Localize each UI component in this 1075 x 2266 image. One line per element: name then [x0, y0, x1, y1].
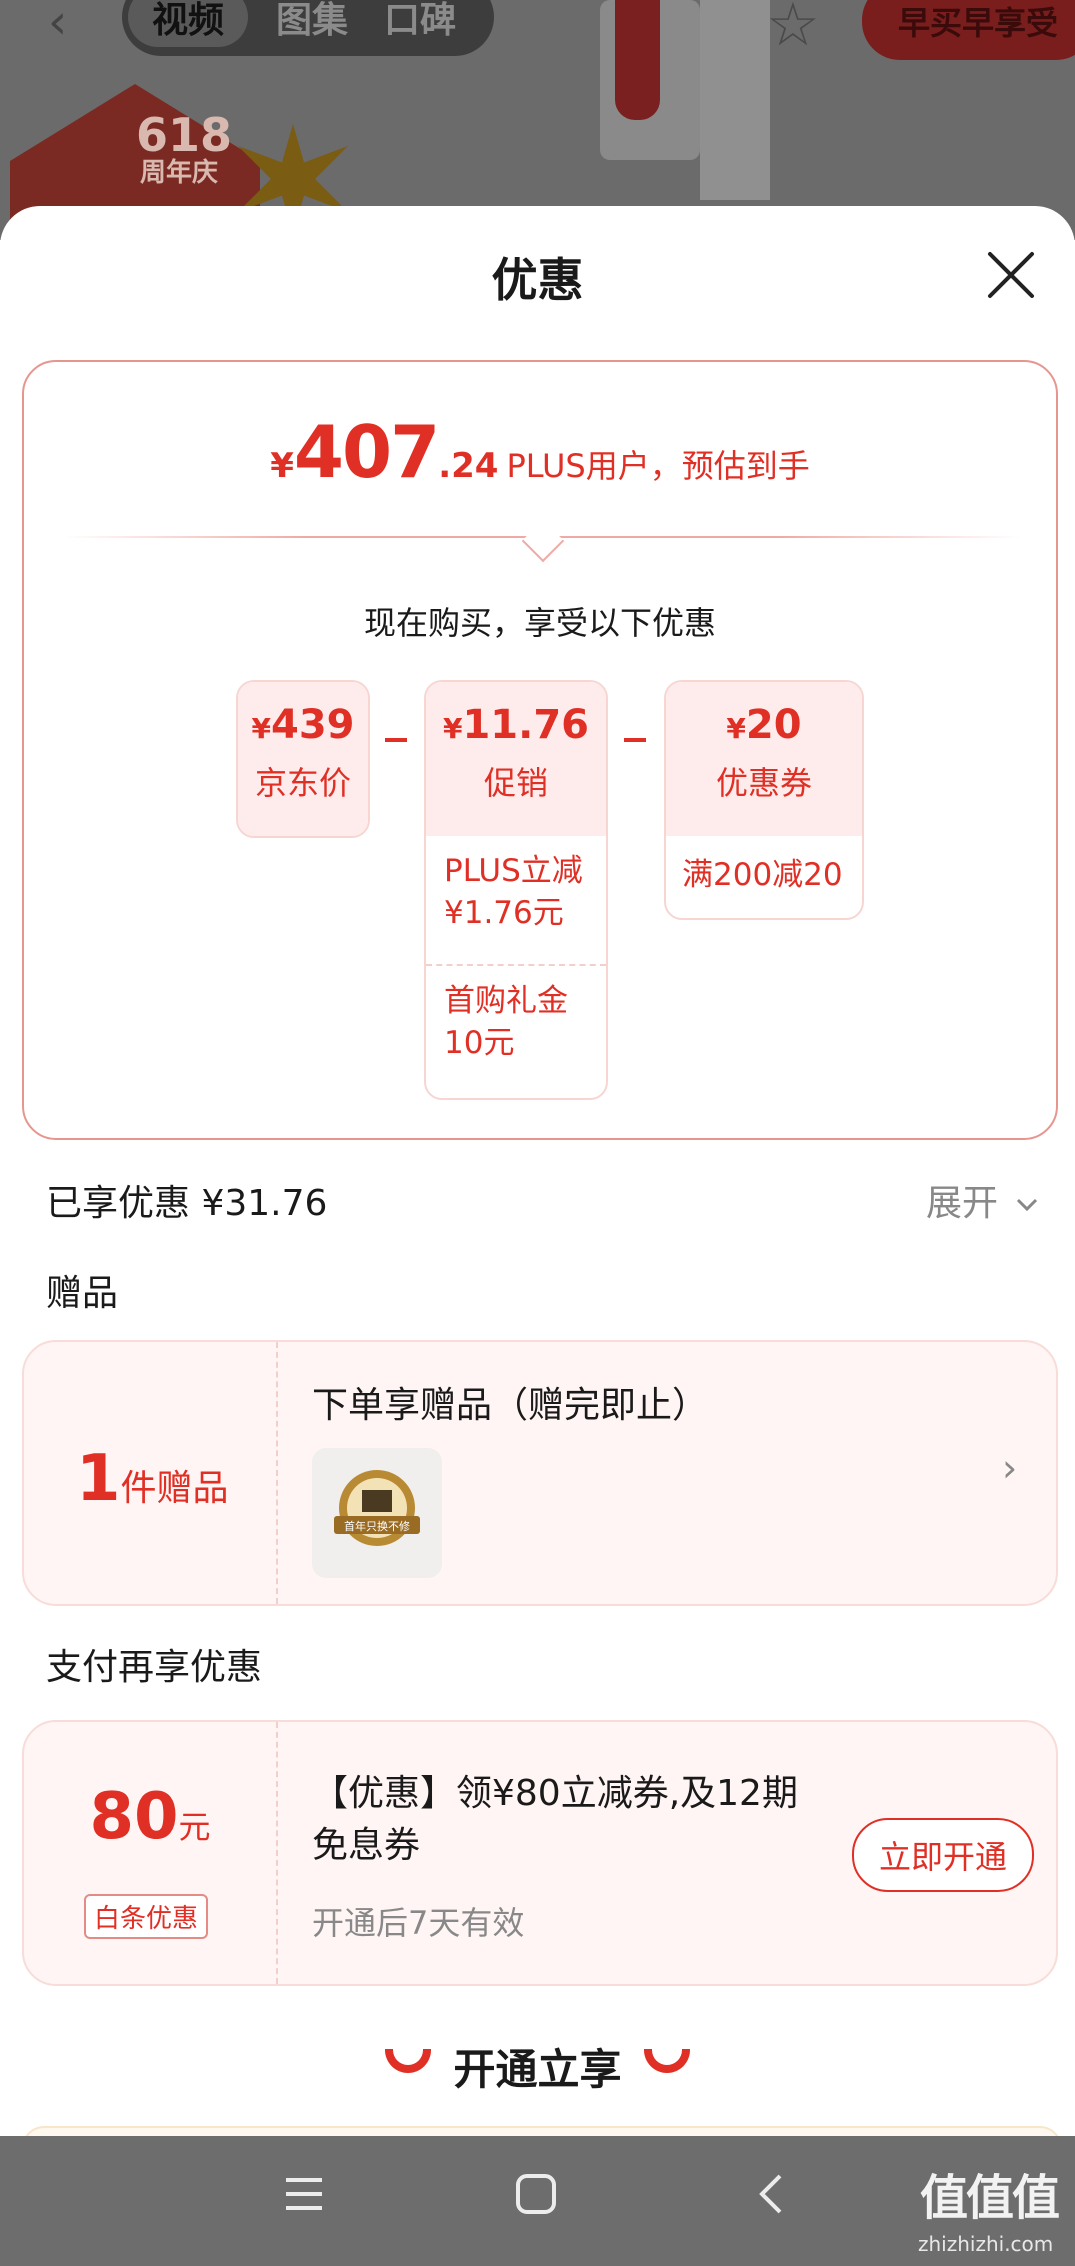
open-now-banner[interactable]: 开通立享	[0, 2036, 1075, 2097]
home-square-icon[interactable]	[514, 2172, 558, 2216]
breakdown-subtitle: 现在购买，享受以下优惠	[363, 604, 716, 642]
promo-detail: 首购礼金 10元	[426, 964, 606, 1078]
next-card-peek	[22, 2126, 1062, 2136]
tab-gallery[interactable]: 图集	[276, 0, 348, 43]
saved-total: 已享优惠 ¥31.76	[46, 1183, 328, 1224]
gift-thumbnail: 首年只换不修	[312, 1448, 442, 1578]
smile-icon	[643, 2048, 690, 2073]
coupon-chip: ¥20 优惠券 满200减20	[664, 680, 864, 920]
anniversary-badge-text: 618 周年庆	[136, 108, 233, 188]
watermark-url: zhizhizhi.com	[918, 2232, 1054, 2256]
watermark-logo: 值值值	[920, 2170, 1060, 2226]
activate-button[interactable]: 立即开通	[852, 1818, 1034, 1892]
price-label: PLUS用户，预估到手	[506, 447, 810, 485]
payment-section-title: 支付再享优惠	[46, 1647, 263, 1688]
chip-amount: 11.76	[462, 702, 589, 748]
baitiao-badge: 白条优惠	[84, 1894, 209, 1939]
chip-name: 促销	[483, 764, 548, 802]
chevron-right-icon[interactable]: ›	[1002, 1446, 1017, 1490]
card-divider	[276, 1342, 278, 1604]
chevron-left-icon[interactable]: ‹	[48, 0, 67, 50]
expand-button[interactable]: 展开	[926, 1174, 1039, 1226]
offer-amount: 80元	[89, 1780, 211, 1854]
chip-name: 京东价	[254, 764, 351, 802]
gift-count: 1件赠品	[76, 1442, 229, 1516]
tab-video[interactable]: 视频	[128, 0, 249, 47]
discount-sheet: 优惠 ¥407.24 PLUS用户，预估到手 现在购买，享受以下优惠 ¥439 京…	[0, 206, 1075, 2136]
expand-label: 展开	[926, 1183, 999, 1224]
warranty-badge-icon: 首年只换不修	[334, 1470, 420, 1546]
product-image-part	[615, 0, 660, 120]
promo-button[interactable]: 早买早享受	[862, 0, 1075, 60]
open-now-label: 开通立享	[453, 2045, 622, 2094]
minus-sign	[385, 738, 407, 742]
menu-icon[interactable]	[282, 2172, 326, 2216]
media-tabs: 视频 图集 口碑	[122, 0, 494, 56]
coupon-detail: 满200减20	[682, 857, 843, 893]
minus-sign	[624, 738, 646, 742]
payment-offer-card: 80元 白条优惠 【优惠】领¥80立减券,及12期免息券 开通后7天有效 立即开…	[22, 1720, 1058, 1986]
tab-reviews[interactable]: 口碑	[384, 0, 456, 43]
star-icon[interactable]: ☆	[766, 0, 820, 60]
back-icon[interactable]	[750, 2172, 794, 2216]
price-breakdown-card: ¥407.24 PLUS用户，预估到手 现在购买，享受以下优惠 ¥439 京东价 …	[22, 360, 1058, 1140]
chip-name: 优惠券	[715, 764, 812, 802]
sheet-title: 优惠	[491, 253, 584, 307]
chip-amount: 20	[745, 702, 802, 748]
price-integer: 407	[293, 410, 440, 494]
estimated-price: ¥407.24 PLUS用户，预估到手	[270, 410, 810, 494]
system-nav-bar: 值值值 zhizhizhi.com	[0, 2136, 1075, 2266]
price-decimal: .24	[438, 446, 499, 486]
divider-notch	[521, 519, 565, 563]
promotion-chip: ¥11.76 促销 PLUS立减 ¥1.76元 首购礼金 10元	[424, 680, 608, 1100]
gift-card[interactable]: 1件赠品 下单享赠品（赠完即止） 首年只换不修 ›	[22, 1340, 1058, 1606]
offer-description: 【优惠】领¥80立减券,及12期免息券	[312, 1773, 798, 1866]
card-divider	[276, 1722, 278, 1984]
gift-section-title: 赠品	[46, 1273, 119, 1314]
product-page-background: ‹ 视频 图集 口碑 ☆ 早买早享受 618 周年庆	[0, 0, 1075, 240]
promo-detail: PLUS立减 ¥1.76元	[444, 853, 583, 931]
smile-icon	[385, 2048, 432, 2073]
gift-description: 下单享赠品（赠完即止）	[312, 1385, 709, 1426]
product-image-part	[700, 0, 770, 200]
svg-text:首年只换不修: 首年只换不修	[344, 1519, 410, 1533]
close-icon[interactable]	[984, 248, 1038, 302]
chevron-down-icon	[1017, 1198, 1038, 1212]
jd-price-chip: ¥439 京东价	[236, 680, 370, 838]
offer-validity: 开通后7天有效	[312, 1904, 525, 1942]
chip-amount: 439	[270, 702, 355, 748]
